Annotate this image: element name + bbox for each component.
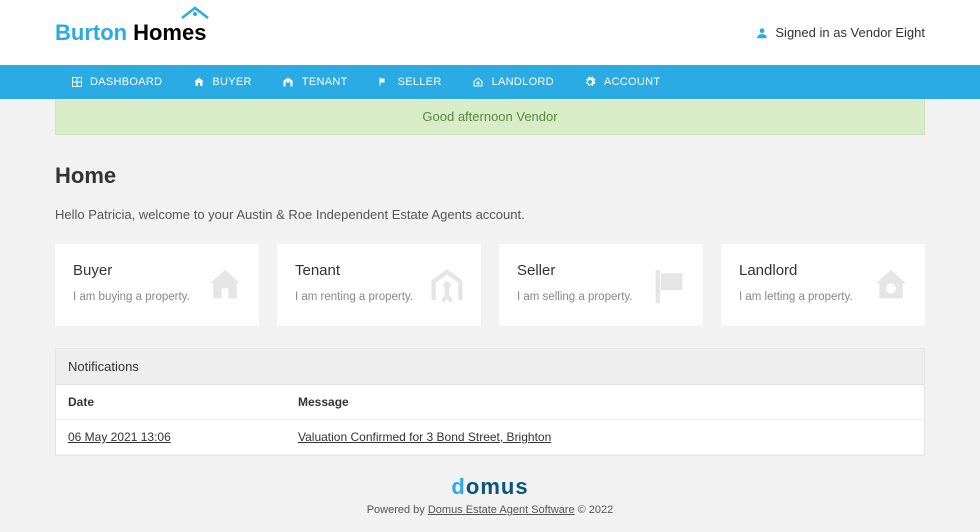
role-cards: Buyer I am buying a property. Tenant I a…	[55, 244, 925, 326]
card-tenant[interactable]: Tenant I am renting a property.	[277, 244, 481, 326]
nav-dashboard-label: DASHBOARD	[90, 76, 162, 88]
nav-account[interactable]: ACCOUNT	[569, 65, 676, 99]
nav-account-label: ACCOUNT	[604, 76, 661, 88]
gear-icon	[584, 76, 597, 89]
card-buyer[interactable]: Buyer I am buying a property.	[55, 244, 259, 326]
footer-link[interactable]: Domus Estate Agent Software	[428, 504, 575, 516]
logo-word-right: Homes	[133, 20, 206, 46]
person-shelter-icon	[282, 76, 295, 89]
welcome-text: Hello Patricia, welcome to your Austin &…	[55, 207, 925, 222]
nav-landlord-label: LANDLORD	[492, 76, 554, 88]
logo[interactable]: Burton Homes	[55, 20, 206, 46]
nav-landlord[interactable]: LANDLORD	[457, 65, 569, 99]
notification-date-link[interactable]: 06 May 2021 13:06	[68, 430, 171, 444]
notifications-panel: Notifications Date Message 06 May 2021 1…	[55, 348, 925, 456]
footer-text: Powered by Domus Estate Agent Software ©…	[55, 504, 925, 516]
card-landlord[interactable]: Landlord I am letting a property.	[721, 244, 925, 326]
person-shelter-icon	[427, 265, 467, 305]
landlord-icon	[871, 265, 911, 305]
footer-logo-d: d	[451, 474, 465, 499]
landlord-home-icon	[472, 76, 485, 89]
main-nav: DASHBOARD BUYER TENANT SELLER LANDLORD A…	[0, 65, 980, 99]
tag-icon	[378, 76, 391, 89]
nav-buyer[interactable]: BUYER	[177, 65, 266, 99]
page-title: Home	[55, 163, 925, 189]
footer: domus Powered by Domus Estate Agent Soft…	[55, 474, 925, 526]
nav-tenant-label: TENANT	[302, 76, 348, 88]
footer-suffix: © 2022	[575, 504, 614, 516]
table-row: 06 May 2021 13:06 Valuation Confirmed fo…	[56, 420, 924, 455]
home-icon	[205, 265, 245, 305]
user-icon	[755, 26, 769, 40]
grid-icon	[70, 76, 83, 89]
col-date-header: Date	[56, 385, 286, 420]
nav-tenant[interactable]: TENANT	[267, 65, 363, 99]
logo-word-right-text: Homes	[133, 20, 206, 45]
notifications-table: Date Message 06 May 2021 13:06 Valuation…	[56, 385, 924, 455]
footer-logo: domus	[55, 474, 925, 500]
nav-seller-label: SELLER	[398, 76, 442, 88]
card-seller[interactable]: Seller I am selling a property.	[499, 244, 703, 326]
footer-logo-rest: omus	[466, 474, 529, 499]
footer-prefix: Powered by	[367, 504, 428, 516]
home-icon	[192, 76, 205, 89]
greeting-banner: Good afternoon Vendor	[55, 99, 925, 135]
user-status-text: Signed in as Vendor Eight	[775, 25, 925, 40]
sign-icon	[649, 265, 689, 305]
notification-message-link[interactable]: Valuation Confirmed for 3 Bond Street, B…	[298, 430, 551, 444]
user-status[interactable]: Signed in as Vendor Eight	[755, 25, 925, 40]
nav-buyer-label: BUYER	[212, 76, 251, 88]
notifications-header: Notifications	[56, 349, 924, 385]
logo-word-left: Burton	[55, 20, 127, 46]
header: Burton Homes Signed in as Vendor Eight	[0, 0, 980, 65]
nav-seller[interactable]: SELLER	[363, 65, 457, 99]
nav-dashboard[interactable]: DASHBOARD	[55, 65, 177, 99]
roof-icon	[180, 6, 210, 20]
col-message-header: Message	[286, 385, 924, 420]
